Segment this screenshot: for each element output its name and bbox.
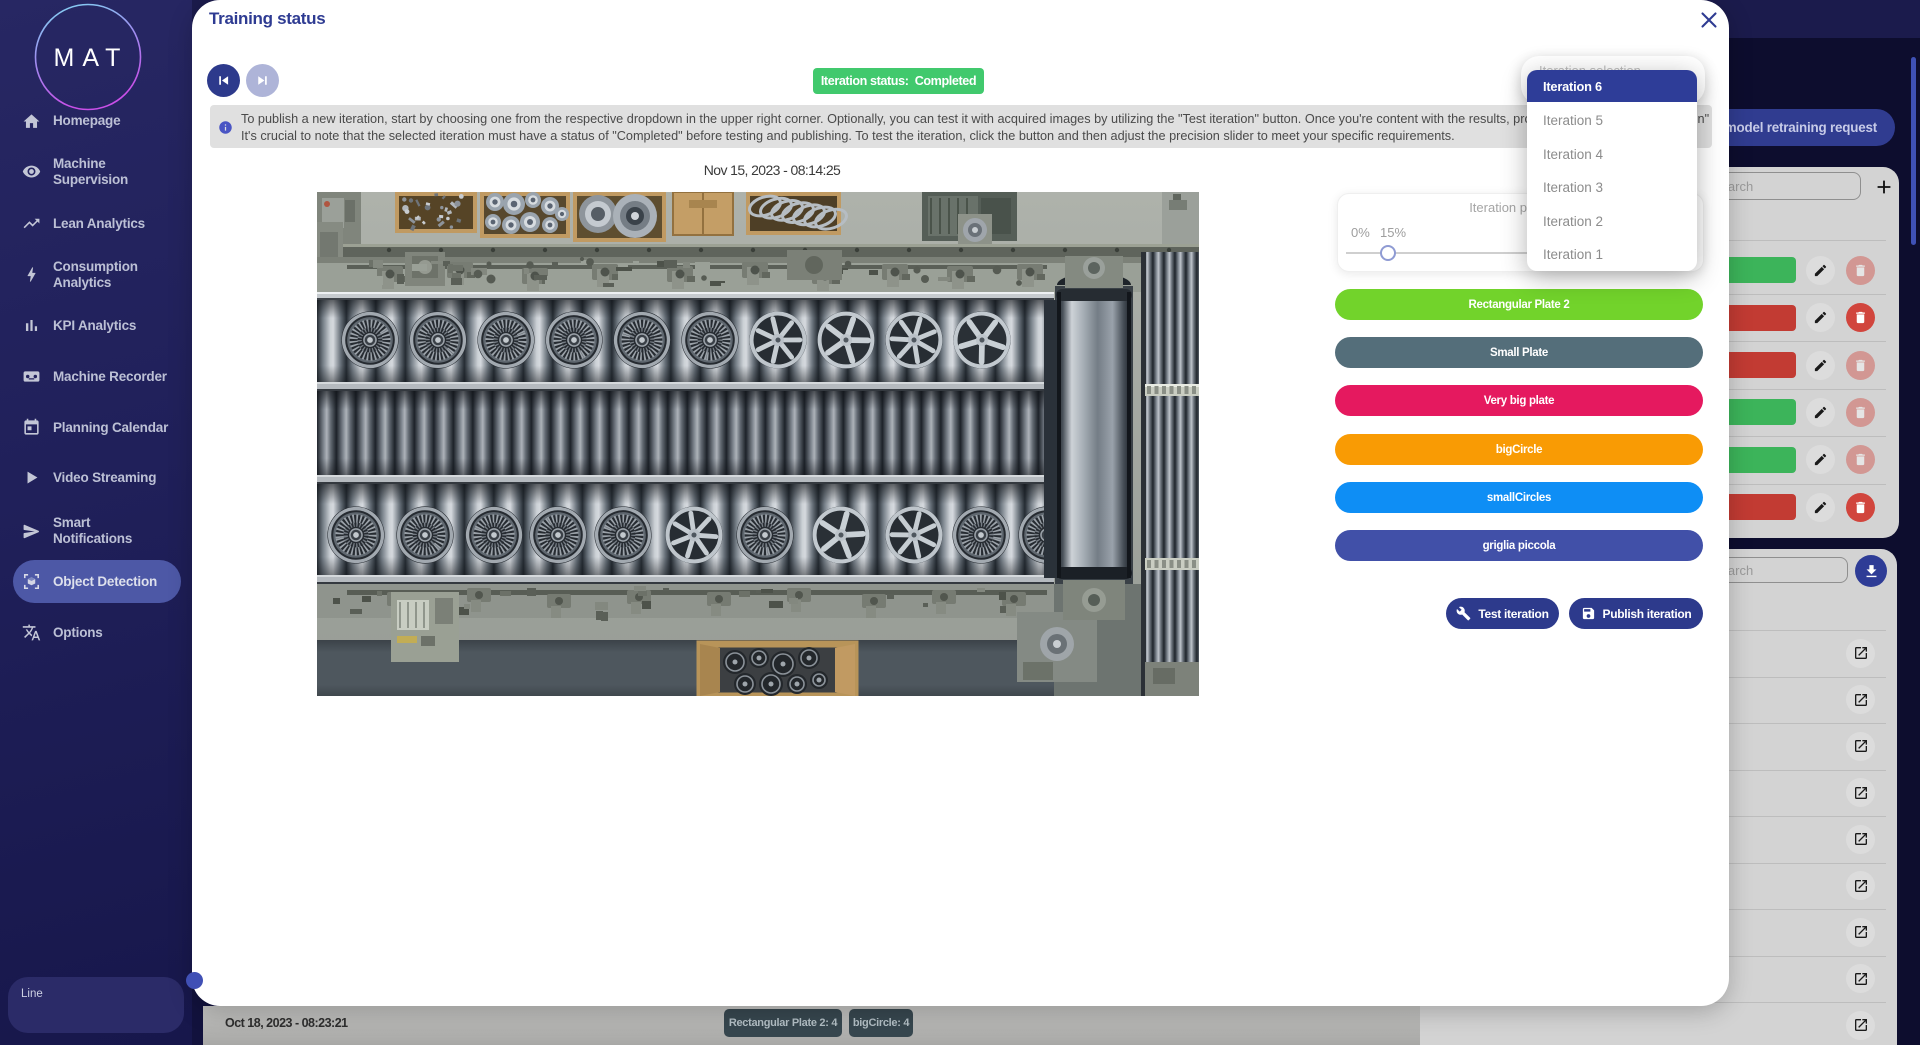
svg-text:MAT: MAT xyxy=(54,44,129,72)
